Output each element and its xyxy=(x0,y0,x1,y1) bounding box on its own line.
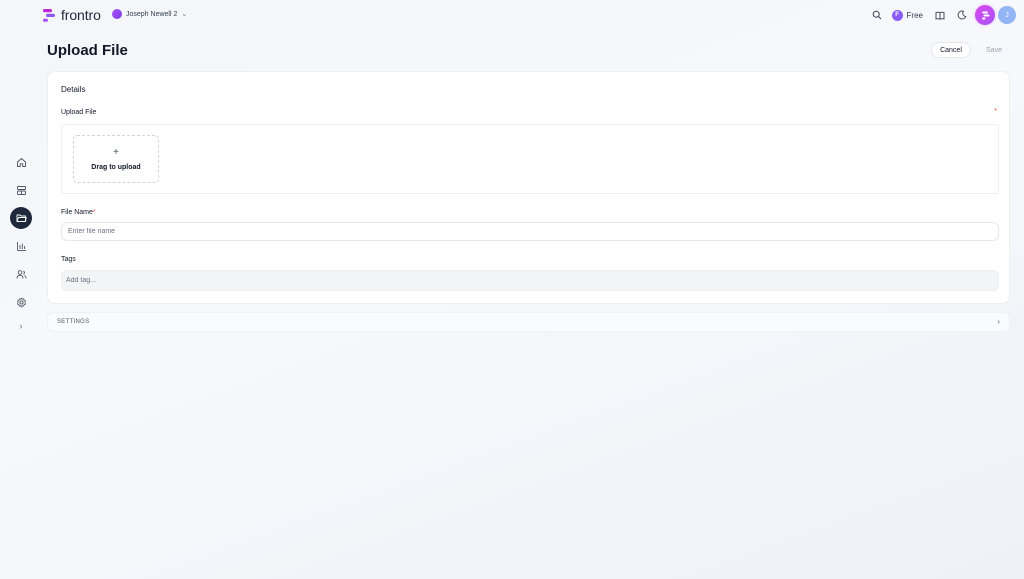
frontro-logo-icon xyxy=(43,8,55,22)
sidebar-item-home[interactable] xyxy=(10,151,32,173)
home-icon xyxy=(16,157,26,167)
users-icon xyxy=(16,269,26,279)
top-bar: frontro Joseph Newell 2 ⌄ F Free J xyxy=(0,0,1024,30)
workspace-name: Joseph Newell 2 xyxy=(126,10,178,18)
bar-chart-icon xyxy=(16,241,26,251)
app-logo[interactable]: frontro xyxy=(42,7,101,23)
docs-book-icon[interactable] xyxy=(931,6,949,24)
sidebar-item-files[interactable] xyxy=(10,207,32,229)
settings-section-label: SETTINGS xyxy=(57,319,90,325)
user-avatar[interactable]: J xyxy=(998,6,1016,24)
brand-avatar[interactable] xyxy=(975,5,995,25)
save-button[interactable]: Save xyxy=(980,42,1008,58)
dropzone-text: Drag to upload xyxy=(91,163,141,171)
chevron-down-icon: ⌄ xyxy=(181,11,188,18)
plan-icon: F xyxy=(891,9,903,21)
section-title: Details xyxy=(61,85,86,94)
plan-label: Free xyxy=(906,10,923,20)
folder-icon xyxy=(16,214,27,222)
frontro-logo-icon xyxy=(981,11,989,19)
upload-area: + Drag to upload xyxy=(61,124,999,194)
cancel-button[interactable]: Cancel xyxy=(931,42,971,58)
app-name: frontro xyxy=(61,7,101,23)
tags-label-text: Tags xyxy=(61,256,76,263)
sidebar-item-layout[interactable] xyxy=(10,179,32,201)
sidebar-item-analytics[interactable] xyxy=(10,235,32,257)
upload-file-label-text: Upload File xyxy=(61,109,97,116)
plus-icon: + xyxy=(113,146,119,158)
topbar-actions: F Free J xyxy=(868,5,1016,25)
workspace-avatar xyxy=(112,9,122,19)
file-name-label: File Name* xyxy=(61,209,96,216)
plan-badge[interactable]: F Free xyxy=(891,9,923,21)
tags-label: Tags xyxy=(61,256,76,263)
search-icon[interactable] xyxy=(868,6,886,24)
sidebar-nav: › xyxy=(10,151,33,333)
file-name-label-text: File Name xyxy=(61,209,93,216)
chevron-right-icon: › xyxy=(997,317,1000,326)
upload-file-label: Upload File xyxy=(61,109,96,116)
sidebar-expand-button[interactable]: › xyxy=(10,319,32,333)
gear-icon xyxy=(16,297,26,307)
workspace-switcher[interactable]: Joseph Newell 2 ⌄ xyxy=(112,9,187,19)
tags-input[interactable] xyxy=(61,270,999,291)
settings-section-toggle[interactable]: SETTINGS › xyxy=(47,312,1010,332)
file-name-input[interactable] xyxy=(61,222,999,241)
layout-icon xyxy=(16,185,26,195)
page-title: Upload File xyxy=(47,42,128,59)
dark-mode-moon-icon[interactable] xyxy=(953,6,971,24)
sidebar-item-users[interactable] xyxy=(10,263,32,285)
sidebar-item-settings[interactable] xyxy=(10,291,32,313)
required-marker: * xyxy=(994,108,997,115)
file-dropzone[interactable]: + Drag to upload xyxy=(73,135,159,183)
chevron-right-icon: › xyxy=(19,321,23,331)
required-marker: * xyxy=(92,209,96,216)
details-card: Details Upload File * + Drag to upload F… xyxy=(47,71,1010,304)
